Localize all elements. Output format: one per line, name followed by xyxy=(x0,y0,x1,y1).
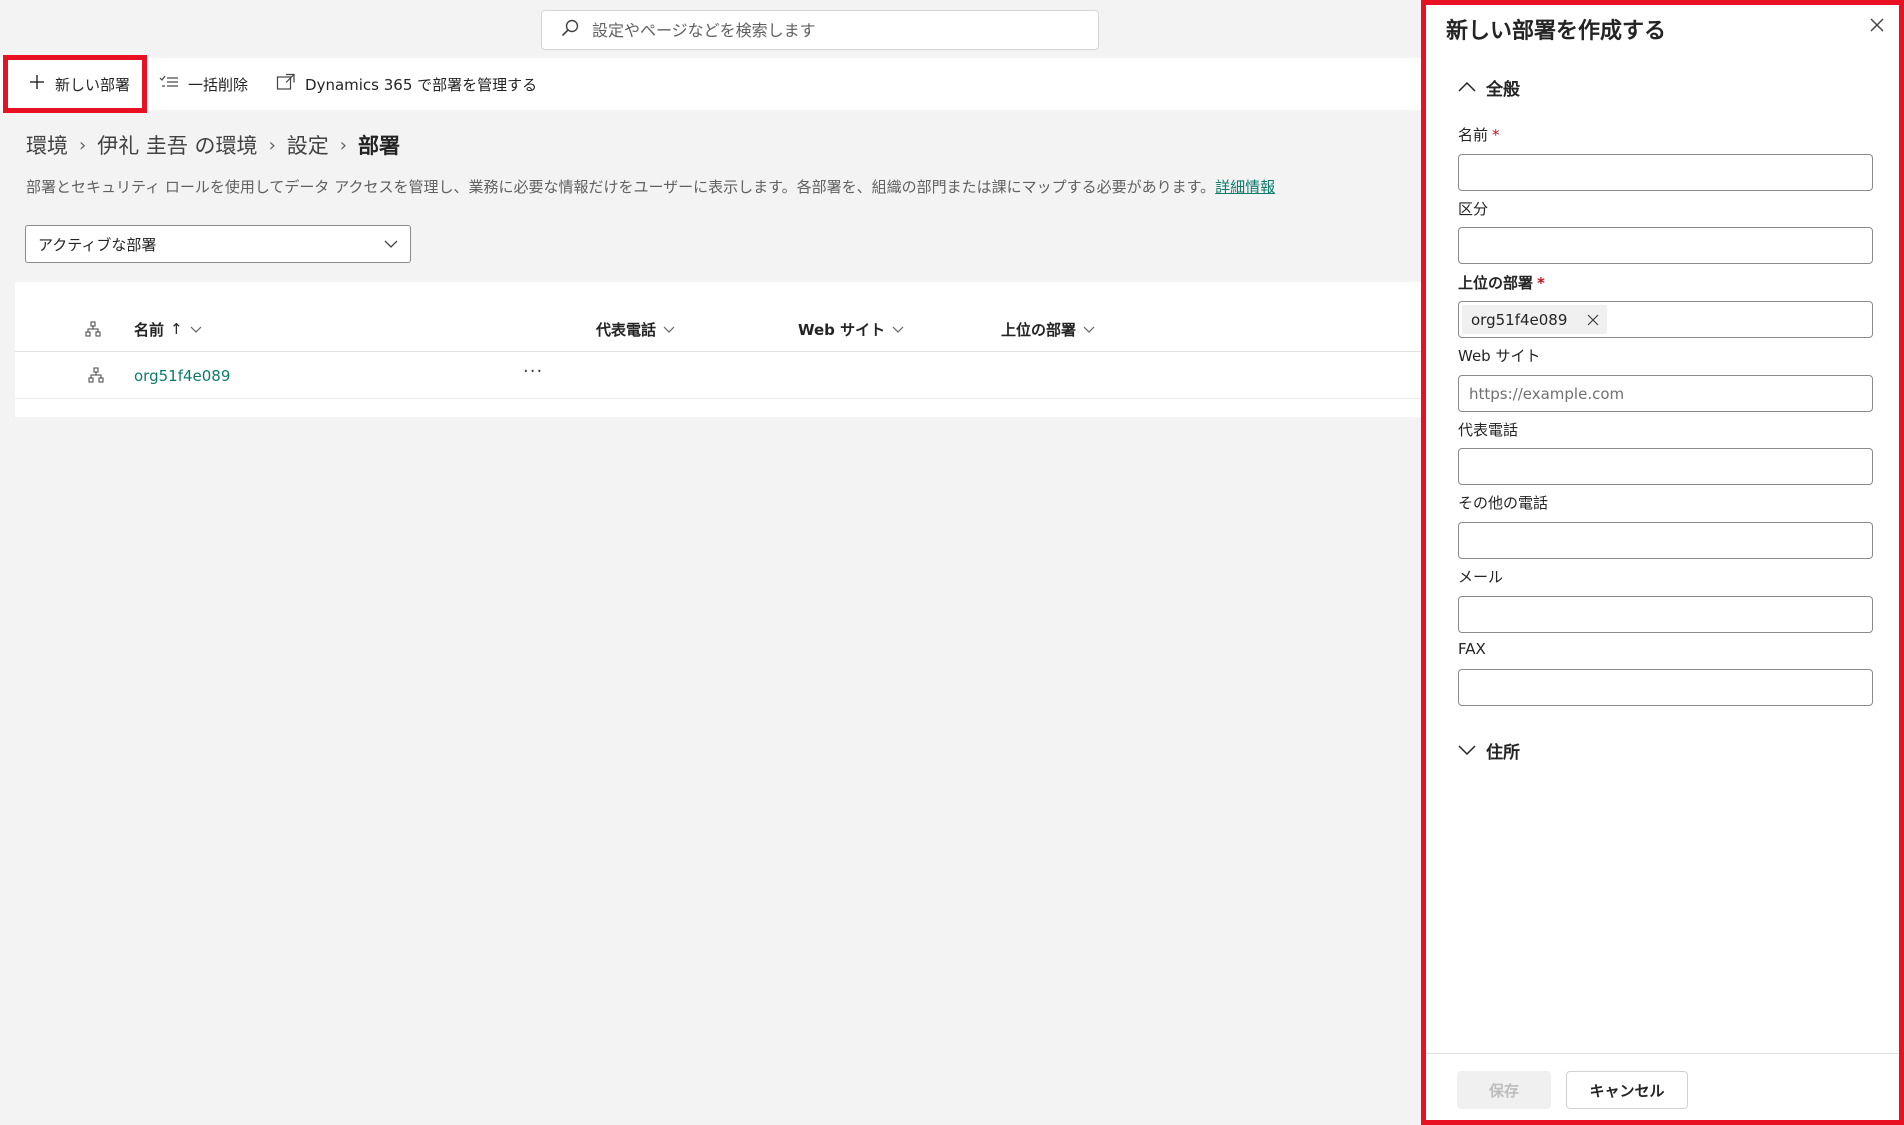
description-text: 部署とセキュリティ ロールを使用してデータ アクセスを管理し、業務に必要な情報だ… xyxy=(26,178,1216,196)
panel-footer: 保存 キャンセル xyxy=(1426,1053,1899,1120)
manage-in-dynamics-button[interactable]: Dynamics 365 で部署を管理する xyxy=(266,58,547,110)
view-selector[interactable]: アクティブな部署 xyxy=(25,225,411,263)
breadcrumb-item-settings[interactable]: 設定 xyxy=(287,130,329,160)
manage-in-dynamics-label: Dynamics 365 で部署を管理する xyxy=(305,75,538,94)
breadcrumb-item-environments[interactable]: 環境 xyxy=(26,130,68,160)
new-department-button[interactable]: 新しい部署 xyxy=(3,55,148,113)
more-options-icon[interactable]: ··· xyxy=(523,361,543,382)
column-parent-label: 上位の部署 xyxy=(1001,320,1077,339)
section-general-label: 全般 xyxy=(1486,80,1520,100)
main-phone-label: 代表電話 xyxy=(1458,421,1519,439)
chevron-up-icon xyxy=(1458,78,1486,98)
open-external-icon xyxy=(276,73,305,95)
search-input[interactable] xyxy=(592,20,1072,40)
parent-label-text: 上位の部署 xyxy=(1458,274,1534,292)
save-button[interactable]: 保存 xyxy=(1457,1071,1551,1109)
website-field[interactable] xyxy=(1458,375,1873,412)
hierarchy-icon xyxy=(85,306,101,352)
column-header-phone[interactable]: 代表電話 xyxy=(596,306,675,352)
breadcrumb-item-environment[interactable]: 伊礼 圭吾 の環境 xyxy=(97,130,257,160)
breadcrumb-current: 部署 xyxy=(357,134,400,158)
other-phone-field[interactable] xyxy=(1458,522,1873,559)
chevron-down-icon xyxy=(663,320,675,338)
top-bar xyxy=(0,0,1425,58)
chevron-down-icon xyxy=(1458,741,1486,761)
chevron-right-icon: › xyxy=(339,134,347,156)
close-icon[interactable] xyxy=(1865,13,1889,37)
departments-grid: 名前 ↑ 代表電話 Web サイト 上位の部署 org51f4e089 ··· xyxy=(15,282,1425,417)
required-marker: * xyxy=(1492,126,1500,144)
email-field[interactable] xyxy=(1458,596,1873,633)
parent-tag-label: org51f4e089 xyxy=(1471,310,1568,329)
table-row[interactable]: org51f4e089 ··· xyxy=(15,353,1425,399)
column-website-label: Web サイト xyxy=(798,320,886,339)
division-label: 区分 xyxy=(1458,200,1489,218)
chevron-down-icon xyxy=(384,235,398,253)
parent-lookup-field[interactable]: org51f4e089 xyxy=(1458,301,1873,338)
required-marker: * xyxy=(1537,274,1545,292)
bulk-delete-button[interactable]: 一括削除 xyxy=(149,58,258,110)
parent-tag[interactable]: org51f4e089 xyxy=(1462,305,1608,334)
panel-title: 新しい部署を作成する xyxy=(1446,19,1667,44)
chevron-right-icon: › xyxy=(268,134,276,156)
website-label: Web サイト xyxy=(1458,347,1541,365)
column-header-website[interactable]: Web サイト xyxy=(798,306,904,352)
page-description: 部署とセキュリティ ロールを使用してデータ アクセスを管理し、業務に必要な情報だ… xyxy=(26,176,1275,197)
cancel-button[interactable]: キャンセル xyxy=(1566,1071,1688,1109)
grid-header: 名前 ↑ 代表電話 Web サイト 上位の部署 xyxy=(15,306,1425,352)
column-name-label: 名前 xyxy=(134,320,165,339)
name-field[interactable] xyxy=(1458,154,1873,191)
learn-more-link[interactable]: 詳細情報 xyxy=(1215,178,1275,196)
chevron-right-icon: › xyxy=(79,134,87,156)
column-header-parent[interactable]: 上位の部署 xyxy=(1001,306,1095,352)
parent-label: 上位の部署 * xyxy=(1458,272,1545,293)
name-label: 名前 * xyxy=(1458,124,1500,145)
email-label: メール xyxy=(1458,568,1504,586)
command-bar: 新しい部署 一括削除 Dynamics 365 で部署を管理する xyxy=(0,55,1425,113)
section-address-toggle[interactable]: 住所 xyxy=(1458,738,1520,763)
view-selector-value: アクティブな部署 xyxy=(38,235,157,254)
fax-label: FAX xyxy=(1458,640,1486,658)
search-box[interactable] xyxy=(541,10,1099,50)
search-icon xyxy=(560,18,580,42)
breadcrumb: 環境 › 伊礼 圭吾 の環境 › 設定 › 部署 xyxy=(26,130,400,160)
sort-ascending-icon: ↑ xyxy=(170,320,183,338)
section-general-toggle[interactable]: 全般 xyxy=(1458,75,1520,100)
hierarchy-icon[interactable] xyxy=(88,367,104,387)
new-department-label: 新しい部署 xyxy=(55,75,131,94)
other-phone-label: その他の電話 xyxy=(1458,494,1549,512)
column-header-name[interactable]: 名前 ↑ xyxy=(134,306,202,352)
remove-tag-icon[interactable] xyxy=(1587,314,1599,326)
new-department-panel: 新しい部署を作成する 全般 名前 * 区分 上位の部署 * org51f4e089 … xyxy=(1421,0,1904,1125)
division-field[interactable] xyxy=(1458,227,1873,264)
name-label-text: 名前 xyxy=(1458,126,1489,144)
section-address-label: 住所 xyxy=(1486,743,1520,763)
chevron-down-icon xyxy=(1083,320,1095,338)
column-phone-label: 代表電話 xyxy=(596,320,657,339)
chevron-down-icon xyxy=(190,320,202,338)
plus-icon xyxy=(28,73,55,95)
chevron-down-icon xyxy=(892,320,904,338)
main-phone-field[interactable] xyxy=(1458,448,1873,485)
bulk-delete-label: 一括削除 xyxy=(188,75,249,94)
fax-field[interactable] xyxy=(1458,669,1873,706)
row-name-link[interactable]: org51f4e089 xyxy=(134,367,230,385)
bulk-delete-icon xyxy=(159,74,188,94)
